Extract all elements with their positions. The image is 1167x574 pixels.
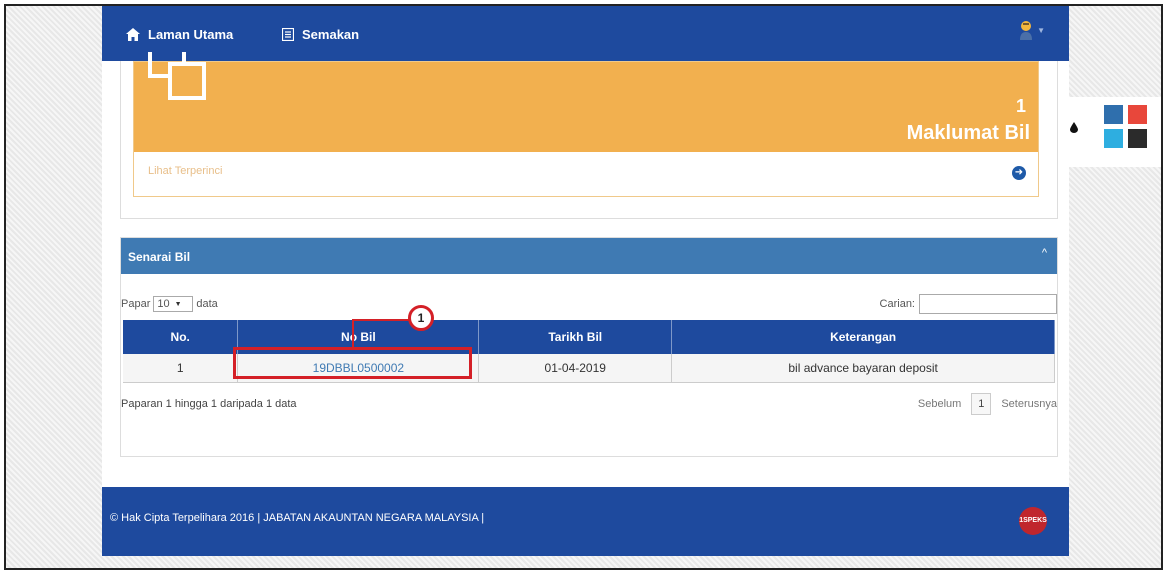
- page-length-control: Papar 10 ▼ data: [121, 296, 218, 312]
- footer: © Hak Cipta Terpelihara 2016 | JABATAN A…: [102, 487, 1069, 556]
- arrow-right-icon[interactable]: ➜: [1012, 166, 1026, 180]
- page-length-value: 10: [157, 298, 170, 310]
- cell-no: 1: [123, 354, 239, 383]
- search-control: Carian:: [880, 294, 1057, 314]
- screenshot-frame: Laman Utama Semakan ▼ 1 Maklumat Bil Lih…: [4, 4, 1163, 570]
- page-length-select[interactable]: 10 ▼: [153, 296, 194, 312]
- stat-tile-header: 1 Maklumat Bil: [134, 52, 1038, 152]
- home-icon: [126, 27, 140, 41]
- stat-number: 1: [1015, 96, 1026, 116]
- chevron-up-icon[interactable]: ^: [1042, 247, 1047, 259]
- user-menu[interactable]: ▼: [1019, 20, 1045, 40]
- main-content: 1 Maklumat Bil Lihat Terperinci ➜ Senara…: [102, 52, 1069, 501]
- color-drop-icon[interactable]: [1070, 122, 1078, 133]
- theme-swatch-light-blue[interactable]: [1104, 129, 1123, 148]
- copy-icon: [148, 52, 206, 100]
- cell-bill-date: 01-04-2019: [478, 354, 673, 383]
- column-header-bill-date[interactable]: Tarikh Bil: [478, 320, 673, 354]
- speks-logo: 1SPEKS: [1019, 507, 1047, 535]
- column-header-description[interactable]: Keterangan: [671, 320, 1055, 354]
- page-length-prefix: Papar: [121, 298, 151, 310]
- theme-picker: [1058, 97, 1161, 167]
- panel-header: Senarai Bil ^: [121, 238, 1057, 274]
- nav-home-label: Laman Utama: [148, 26, 234, 42]
- stat-tile-footer: Lihat Terperinci ➜: [134, 152, 1038, 196]
- theme-swatch-dark[interactable]: [1128, 129, 1147, 148]
- annotation-step-badge: 1: [408, 305, 434, 331]
- panel-title: Senarai Bil: [128, 250, 191, 264]
- stat-card: 1 Maklumat Bil Lihat Terperinci ➜: [120, 52, 1058, 219]
- nav-home[interactable]: Laman Utama: [126, 24, 233, 44]
- view-details-link[interactable]: Lihat Terperinci: [148, 165, 222, 177]
- prev-page-button[interactable]: Sebelum: [918, 398, 961, 410]
- next-page-button[interactable]: Seterusnya: [1001, 398, 1057, 410]
- search-label: Carian:: [879, 298, 915, 310]
- nav-review-label: Semakan: [302, 26, 360, 42]
- chevron-down-icon: ▼: [1037, 25, 1045, 35]
- theme-swatch-red[interactable]: [1128, 105, 1147, 124]
- cell-description: bil advance bayaran deposit: [671, 354, 1055, 383]
- document-icon: [282, 27, 294, 41]
- column-header-no[interactable]: No.: [123, 320, 239, 354]
- annotation-highlight-box: [233, 347, 472, 379]
- annotation-connector: [352, 319, 410, 349]
- nav-review[interactable]: Semakan: [282, 24, 359, 44]
- table-info: Paparan 1 hingga 1 daripada 1 data: [121, 398, 297, 410]
- footer-copyright: © Hak Cipta Terpelihara 2016 | JABATAN A…: [110, 512, 485, 524]
- app-window: Laman Utama Semakan ▼ 1 Maklumat Bil Lih…: [102, 6, 1069, 556]
- page-button[interactable]: 1: [971, 393, 992, 415]
- theme-swatch-blue[interactable]: [1104, 105, 1123, 124]
- dropdown-arrow-icon: ▼: [174, 300, 182, 308]
- stat-label: Maklumat Bil: [906, 122, 1030, 144]
- page-length-suffix: data: [196, 298, 218, 310]
- user-avatar-icon: [1020, 21, 1033, 40]
- pagination: Sebelum 1 Seterusnya: [918, 393, 1057, 415]
- stat-tile-bill-info: 1 Maklumat Bil Lihat Terperinci ➜: [133, 52, 1039, 197]
- search-input[interactable]: [919, 294, 1057, 314]
- top-navbar: Laman Utama Semakan ▼: [102, 6, 1069, 61]
